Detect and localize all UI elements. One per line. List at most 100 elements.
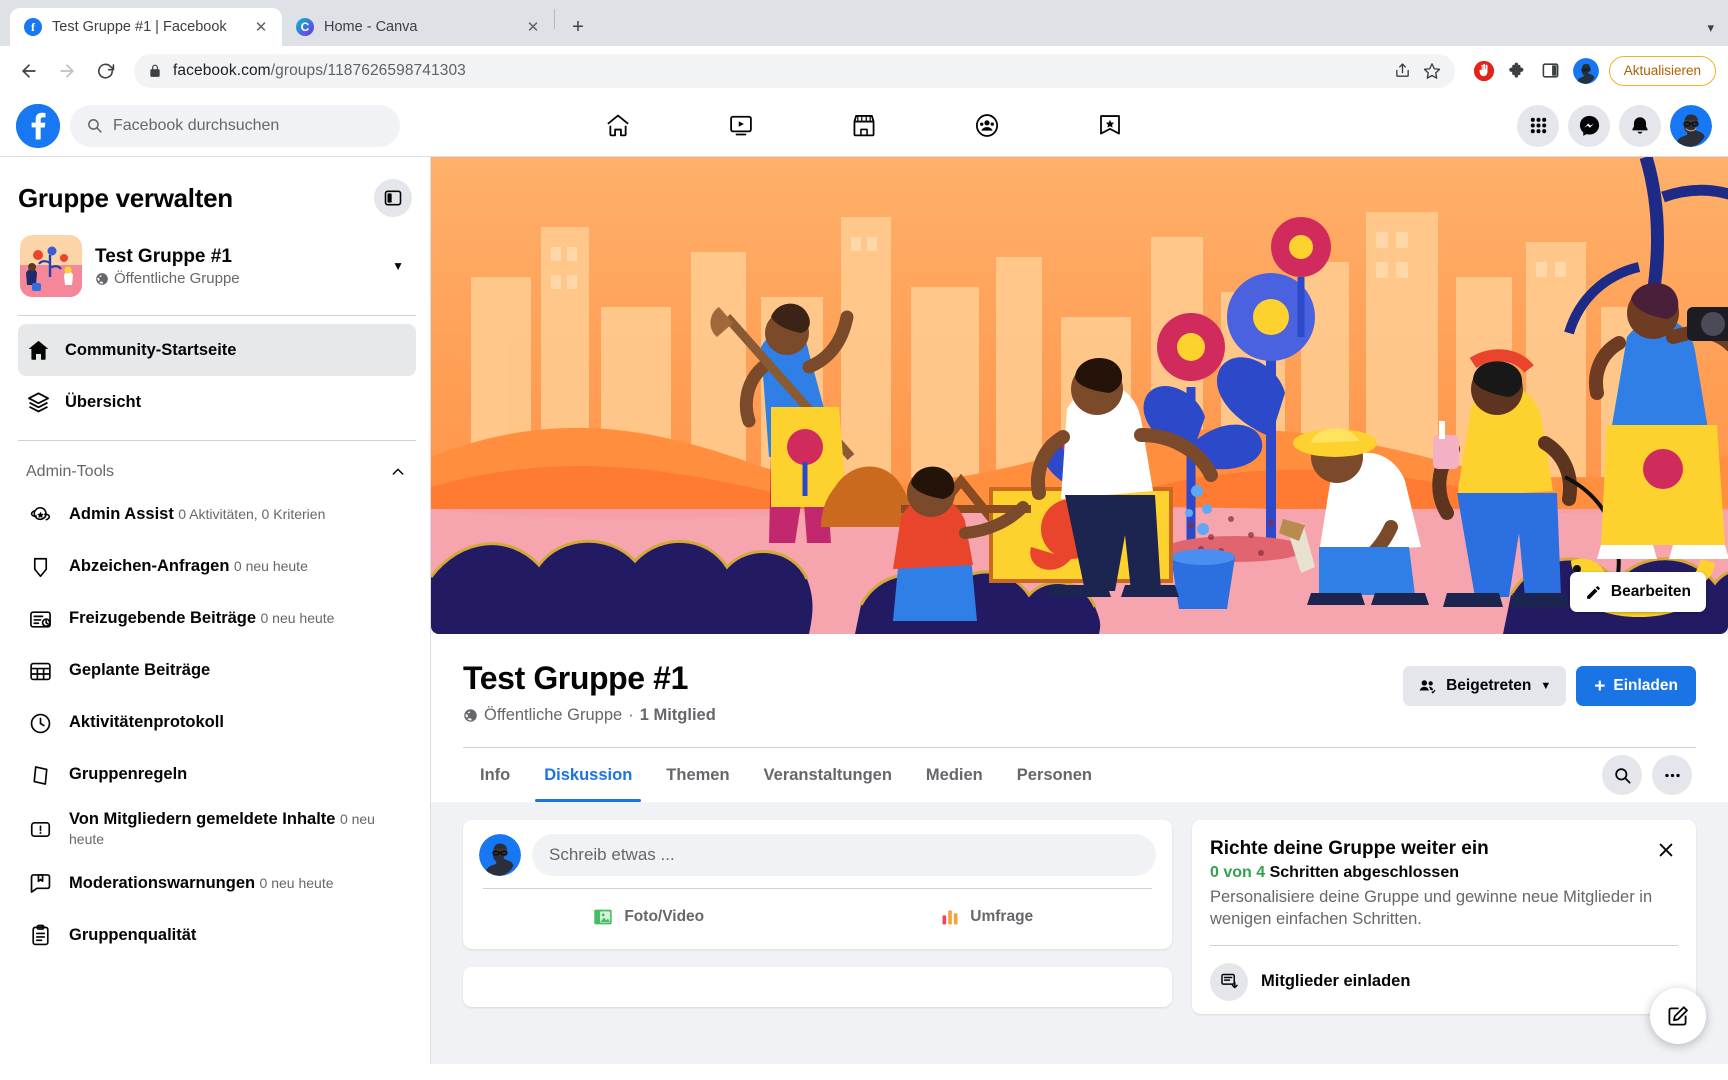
group-tabs: Info Diskussion Themen Veranstaltungen M… — [463, 748, 1602, 802]
composer-top: Schreib etwas ... — [479, 834, 1156, 876]
home-filled-icon — [26, 338, 51, 363]
tab-medien[interactable]: Medien — [909, 748, 1000, 802]
sidebar-item-overview[interactable]: Übersicht — [18, 376, 416, 428]
clipboard-icon — [26, 923, 54, 948]
group-meta: Öffentliche Gruppe · 1 Mitglied — [463, 706, 1403, 725]
tab-separator — [554, 8, 555, 29]
sidebar-item-member-reported-content[interactable]: Von Mitgliedern gemeldete Inhalte 0 neu … — [18, 801, 416, 857]
tab-veranstaltungen[interactable]: Veranstaltungen — [747, 748, 909, 802]
main-content: Bearbeiten Test Gruppe #1 Öffentliche Gr… — [431, 157, 1728, 1064]
sidebar-group-card[interactable]: Test Gruppe #1 Öffentliche Gruppe ▼ — [18, 219, 416, 313]
sidebar-item-activity-log[interactable]: Aktivitätenprotokoll — [18, 697, 416, 749]
sidebar-item-scheduled-posts[interactable]: Geplante Beiträge — [18, 645, 416, 697]
nav-marketplace[interactable] — [807, 101, 922, 151]
alert-icon — [26, 817, 54, 842]
browser-profile-avatar[interactable] — [1572, 57, 1599, 84]
app-body: Gruppe verwalten Test Gruppe #1 Öffentli… — [0, 157, 1728, 1064]
setup-item-invite-members[interactable]: Mitglieder einladen — [1210, 956, 1678, 1008]
update-button[interactable]: Aktualisieren — [1608, 55, 1716, 86]
share-icon[interactable] — [1394, 62, 1411, 79]
arrow-left-icon[interactable] — [12, 54, 46, 88]
sidebar-item-label: Freizugebende Beiträge — [69, 609, 257, 628]
cover-illustration — [431, 157, 1728, 634]
address-bar[interactable]: facebook.com/groups/1187626598741303 — [134, 53, 1455, 88]
composer-actions: Foto/Video Umfrage — [479, 893, 1156, 941]
sidebar-section-admin-tools[interactable]: Admin-Tools — [18, 449, 416, 489]
admin-assist-icon — [26, 503, 54, 528]
messenger-icon[interactable] — [1568, 104, 1610, 147]
close-icon[interactable]: ✕ — [522, 16, 544, 38]
group-thumbnail — [20, 235, 82, 297]
sidebar-item-label: Aktivitätenprotokoll — [69, 713, 224, 732]
bell-icon[interactable] — [1619, 104, 1661, 147]
reload-icon[interactable] — [88, 54, 122, 88]
layers-icon — [26, 390, 51, 415]
photo-video-label: Foto/Video — [624, 908, 705, 925]
tab-themen[interactable]: Themen — [649, 748, 746, 802]
browser-tab-canva[interactable]: C Home - Canva ✕ — [282, 8, 554, 46]
sidebar-item-group-rules[interactable]: Gruppenregeln — [18, 749, 416, 801]
sidepanel-icon[interactable] — [1541, 61, 1560, 80]
sidebar-item-text: Gruppenregeln — [69, 764, 187, 785]
search-icon — [86, 117, 103, 134]
ellipsis-icon[interactable] — [1652, 755, 1692, 795]
group-privacy-label: Öffentliche Gruppe — [484, 706, 623, 724]
sidebar: Gruppe verwalten Test Gruppe #1 Öffentli… — [0, 157, 431, 1064]
sidebar-item-group-quality[interactable]: Gruppenqualität — [18, 909, 416, 961]
chevron-down-icon[interactable]: ▾ — [1707, 20, 1714, 36]
sidebar-item-badge-requests[interactable]: Abzeichen-Anfragen 0 neu heute — [18, 541, 416, 593]
star-icon[interactable] — [1423, 62, 1441, 80]
pending-posts-icon — [26, 607, 54, 632]
invite-button[interactable]: + Einladen — [1576, 666, 1696, 706]
composer-input[interactable]: Schreib etwas ... — [532, 834, 1156, 876]
arrow-right-icon[interactable] — [50, 54, 84, 88]
nav-groups[interactable] — [930, 101, 1045, 151]
new-tab-button[interactable]: + — [563, 12, 593, 42]
photo-video-button[interactable]: Foto/Video — [479, 893, 818, 941]
header-nav — [561, 101, 1168, 151]
adblock-icon[interactable] — [1473, 60, 1495, 82]
sidebar-item-label: Moderationswarnungen — [69, 873, 256, 892]
user-avatar[interactable] — [479, 834, 521, 876]
canva-favicon: C — [296, 18, 314, 36]
puzzle-icon[interactable] — [1508, 61, 1528, 81]
divider — [1210, 944, 1678, 946]
nav-gaming[interactable] — [1053, 101, 1168, 151]
chevron-down-icon[interactable]: ▼ — [392, 259, 412, 273]
pencil-icon — [1585, 584, 1602, 601]
sidebar-item-pending-posts[interactable]: Freizugebende Beiträge 0 neu heute — [18, 593, 416, 645]
browser-tabstrip: f Test Gruppe #1 | Facebook ✕ C Home - C… — [0, 0, 1728, 46]
nav-home[interactable] — [561, 101, 676, 151]
sidebar-title: Gruppe verwalten — [18, 182, 233, 213]
poll-button[interactable]: Umfrage — [818, 893, 1157, 941]
compose-fab[interactable] — [1650, 988, 1706, 1044]
sidebar-item-label: Gruppenregeln — [69, 765, 188, 784]
post-composer: Schreib etwas ... Foto/Video Umfrage — [463, 820, 1172, 949]
sidebar-item-moderation-alerts[interactable]: Moderationswarnungen 0 neu heute — [18, 857, 416, 909]
account-avatar[interactable] — [1670, 104, 1712, 147]
tab-info[interactable]: Info — [463, 748, 527, 802]
right-column: Richte deine Gruppe weiter ein 0 von 4 S… — [1192, 820, 1696, 1014]
facebook-logo[interactable] — [16, 103, 60, 148]
joined-button[interactable]: Beigetreten ▼ — [1403, 666, 1567, 706]
edit-cover-button[interactable]: Bearbeiten — [1569, 572, 1706, 612]
browser-tab-facebook[interactable]: f Test Gruppe #1 | Facebook ✕ — [10, 8, 282, 46]
tab-diskussion[interactable]: Diskussion — [527, 748, 649, 802]
chevron-up-icon[interactable] — [390, 464, 406, 480]
members-check-icon — [1418, 677, 1437, 696]
sidebar-item-community-home[interactable]: Community-Startseite — [18, 324, 416, 376]
group-cover: Bearbeiten — [431, 157, 1728, 634]
panel-collapse-icon[interactable] — [374, 179, 412, 217]
divider — [18, 315, 416, 316]
sidebar-item-admin-assist[interactable]: Admin Assist 0 Aktivitäten, 0 Kriterien — [18, 489, 416, 541]
grid-icon[interactable] — [1517, 104, 1559, 147]
sidebar-item-label: Geplante Beiträge — [69, 661, 211, 680]
search-icon[interactable] — [1602, 755, 1642, 795]
search-input[interactable]: Facebook durchsuchen — [70, 104, 400, 147]
close-icon[interactable] — [1650, 834, 1682, 866]
group-privacy: Öffentliche Gruppe — [95, 270, 379, 287]
extensions-row — [1467, 57, 1599, 84]
tab-personen[interactable]: Personen — [1000, 748, 1109, 802]
close-icon[interactable]: ✕ — [250, 16, 272, 38]
nav-video[interactable] — [684, 101, 799, 151]
